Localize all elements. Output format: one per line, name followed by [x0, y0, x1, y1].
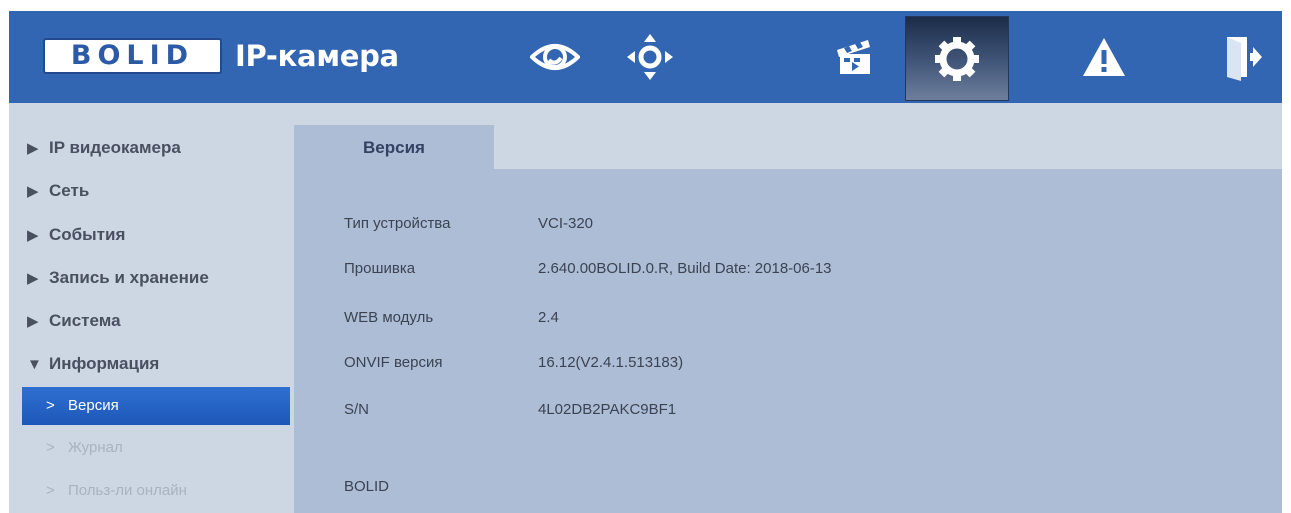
logout-icon[interactable] — [1200, 11, 1286, 103]
expand-arrow-icon: ▶ — [27, 183, 39, 200]
chevron-right-icon: > — [46, 397, 55, 414]
sidebar-item-network[interactable]: ▶ Сеть — [27, 177, 89, 205]
warning-icon[interactable] — [1061, 11, 1147, 103]
sidebar-item-storage[interactable]: ▶ Запись и хранение — [27, 264, 209, 292]
expand-arrow-icon: ▶ — [27, 313, 39, 330]
logo-text: BOLID — [70, 40, 195, 71]
web-module-value: 2.4 — [538, 309, 559, 326]
top-header: BOLID IP-камера — [9, 11, 1282, 103]
serial-number-label: S/N — [344, 401, 370, 418]
onvif-version-label: ONVIF версия — [344, 354, 443, 371]
device-type-value: VCI-320 — [538, 215, 594, 232]
sidebar-item-ip-camera[interactable]: ▶ IP видеокамера — [27, 134, 181, 162]
firmware-label: Прошивка — [344, 260, 416, 277]
sidebar-subitem-log[interactable]: > Журнал — [22, 429, 290, 467]
footer-brand-text: BOLID — [344, 478, 390, 495]
tab-bar: Версия — [294, 125, 1282, 169]
collapse-arrow-icon: ▼ — [27, 356, 42, 373]
sidebar-subitem-online-users[interactable]: > Польз-ли онлайн — [22, 472, 290, 510]
bolid-logo: BOLID — [43, 38, 222, 74]
sidebar-item-label: Запись и хранение — [49, 268, 209, 287]
app-title: IP-камера — [235, 39, 399, 73]
ptz-icon[interactable] — [607, 11, 693, 103]
sidebar-item-label: IP видеокамера — [49, 138, 181, 157]
serial-number-value: 4L02DB2PAKC9BF1 — [538, 401, 677, 418]
tab-version[interactable]: Версия — [294, 125, 494, 169]
chevron-right-icon: > — [46, 482, 55, 499]
expand-arrow-icon: ▶ — [27, 140, 39, 157]
sidebar-subitem-version[interactable]: > Версия — [22, 387, 290, 425]
gear-icon[interactable] — [905, 16, 1009, 101]
onvif-version-value: 16.12(V2.4.1.513183) — [538, 354, 684, 371]
sidebar-item-information[interactable]: ▼ Информация — [27, 350, 159, 378]
sidebar-item-system[interactable]: ▶ Система — [27, 307, 121, 335]
content-panel: Версия Тип устройства VCI-320 Прошивка 2… — [294, 125, 1282, 513]
clapperboard-icon[interactable] — [812, 11, 898, 103]
sidebar-item-label: Система — [49, 311, 121, 330]
expand-arrow-icon: ▶ — [27, 270, 39, 287]
sidebar-subitem-label: Версия — [68, 397, 119, 414]
device-type-label: Тип устройства — [344, 215, 451, 232]
expand-arrow-icon: ▶ — [27, 227, 39, 244]
sidebar-item-label: Сеть — [49, 181, 90, 200]
firmware-value: 2.640.00BOLID.0.R, Build Date: 2018-06-1… — [538, 260, 832, 277]
web-module-label: WEB модуль — [344, 309, 434, 326]
sidebar-subitem-label: Журнал — [68, 439, 123, 456]
sidebar-item-label: Информация — [49, 354, 160, 373]
chevron-right-icon: > — [46, 439, 55, 456]
sidebar-item-events[interactable]: ▶ События — [27, 221, 125, 249]
sidebar-item-label: События — [49, 225, 126, 244]
eye-icon[interactable] — [512, 11, 598, 103]
sidebar-subitem-label: Польз-ли онлайн — [68, 482, 187, 499]
